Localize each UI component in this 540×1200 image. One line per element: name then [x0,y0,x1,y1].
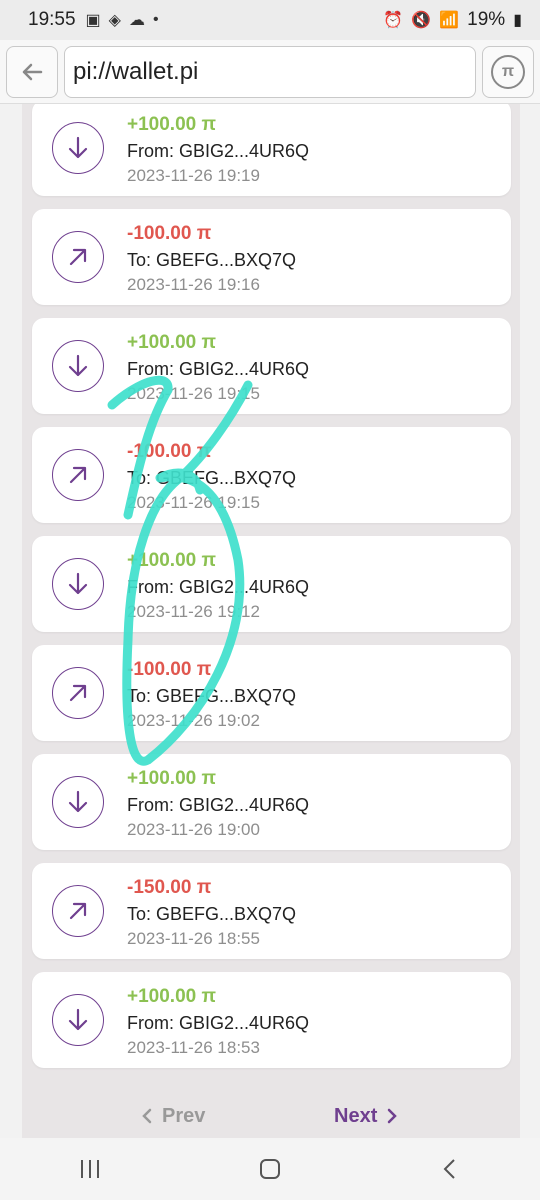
binance-icon: ◈ [108,12,121,29]
home-icon [260,1159,280,1179]
prev-button[interactable]: Prev [140,1105,205,1128]
transaction-amount: -150.00 π [127,877,212,898]
arrow-down-icon [52,776,104,828]
pagination: Prev Next [22,1096,520,1136]
transaction-date: 2023-11-26 19:00 [127,820,260,839]
arrow-up-right-icon [52,885,104,937]
transaction-party: From: GBIG2...4UR6Q [127,577,310,597]
back-chevron-icon [443,1159,455,1179]
transaction-card[interactable]: -100.00 π To: GBEFG...BXQ7Q 2023-11-26 19:… [32,209,511,305]
pi-browser-button[interactable]: π [482,45,534,98]
wallet-content: +100.00 π From: GBIG2...4UR6Q 2023-11-26 1… [22,104,520,1138]
gallery-icon: ▣ [85,12,101,29]
transaction-date: 2023-11-26 19:16 [127,275,260,294]
back-nav-button[interactable] [420,1149,480,1189]
arrow-up-right-icon [52,449,104,501]
home-button[interactable] [240,1149,300,1189]
browser-bar: pi://wallet.pi π [0,40,540,104]
transaction-amount: -100.00 π [127,659,212,680]
transaction-list: +100.00 π From: GBIG2...4UR6Q 2023-11-26 1… [32,104,511,1081]
transaction-party: To: GBEFG...BXQ7Q [127,468,297,488]
transaction-date: 2023-11-26 19:12 [127,602,260,621]
transaction-party: From: GBIG2...4UR6Q [127,141,310,161]
transaction-date: 2023-11-26 19:02 [127,711,260,730]
battery-level: 19% [467,9,506,30]
notification-icons: ▣ ◈ ☁ • [86,10,159,30]
pi-logo-icon: π [491,54,525,89]
weather-icon: ☁ [128,12,145,29]
arrow-left-icon [22,63,43,80]
back-button[interactable] [6,45,58,98]
arrow-down-icon [52,558,104,610]
chevron-left-icon [142,1108,152,1124]
transaction-card[interactable]: +100.00 π From: GBIG2...4UR6Q 2023-11-26 1… [32,754,511,850]
recent-apps-icon [81,1160,99,1178]
transaction-amount: +100.00 π [127,114,217,135]
transaction-amount: -100.00 π [127,223,212,244]
next-button[interactable]: Next [334,1105,399,1128]
arrow-down-icon [52,122,104,174]
wifi-icon: 📶 [439,12,460,29]
transaction-card[interactable]: -100.00 π To: GBEFG...BXQ7Q 2023-11-26 19:… [32,645,511,741]
transaction-card[interactable]: -100.00 π To: GBEFG...BXQ7Q 2023-11-26 19:… [32,427,511,523]
transaction-card[interactable]: +100.00 π From: GBIG2...4UR6Q 2023-11-26 1… [32,972,511,1068]
transaction-party: To: GBEFG...BXQ7Q [127,904,297,924]
transaction-card[interactable]: +100.00 π From: GBIG2...4UR6Q 2023-11-26 1… [32,536,511,632]
transaction-party: From: GBIG2...4UR6Q [127,1013,310,1033]
arrow-down-icon [52,994,104,1046]
transaction-party: From: GBIG2...4UR6Q [127,795,310,815]
transaction-card[interactable]: +100.00 π From: GBIG2...4UR6Q 2023-11-26 1… [32,318,511,414]
transaction-date: 2023-11-26 19:19 [127,166,260,185]
dot-icon: • [152,11,159,28]
mute-icon: 🔇 [411,12,432,29]
status-bar: 19:55 ▣ ◈ ☁ • ⏰ 🔇 📶 19% ▮ [0,0,540,40]
status-time: 19:55 [28,9,76,30]
transaction-date: 2023-11-26 18:53 [127,1038,260,1057]
transaction-party: To: GBEFG...BXQ7Q [127,250,297,270]
next-label: Next [334,1104,378,1127]
transaction-amount: +100.00 π [127,550,217,571]
transaction-card[interactable]: +100.00 π From: GBIG2...4UR6Q 2023-11-26 1… [32,104,511,196]
system-icons: ⏰ 🔇 📶 19% ▮ [383,9,522,31]
recent-apps-button[interactable] [60,1149,120,1189]
transaction-amount: +100.00 π [127,986,217,1007]
arrow-up-right-icon [52,231,104,283]
url-field[interactable]: pi://wallet.pi [64,45,476,98]
transaction-amount: +100.00 π [127,768,217,789]
arrow-down-icon [52,340,104,392]
chevron-right-icon [388,1108,398,1124]
transaction-date: 2023-11-26 19:15 [127,384,260,403]
transaction-party: From: GBIG2...4UR6Q [127,359,310,379]
transaction-card[interactable]: -150.00 π To: GBEFG...BXQ7Q 2023-11-26 18:… [32,863,511,959]
battery-icon: ▮ [513,12,522,29]
alarm-icon: ⏰ [383,12,404,29]
transaction-amount: +100.00 π [127,332,217,353]
transaction-date: 2023-11-26 18:55 [127,929,260,948]
transaction-date: 2023-11-26 19:15 [127,493,260,512]
android-nav-bar [0,1138,540,1200]
arrow-up-right-icon [52,667,104,719]
transaction-amount: -100.00 π [127,441,212,462]
transaction-party: To: GBEFG...BXQ7Q [127,686,297,706]
prev-label: Prev [162,1104,206,1127]
